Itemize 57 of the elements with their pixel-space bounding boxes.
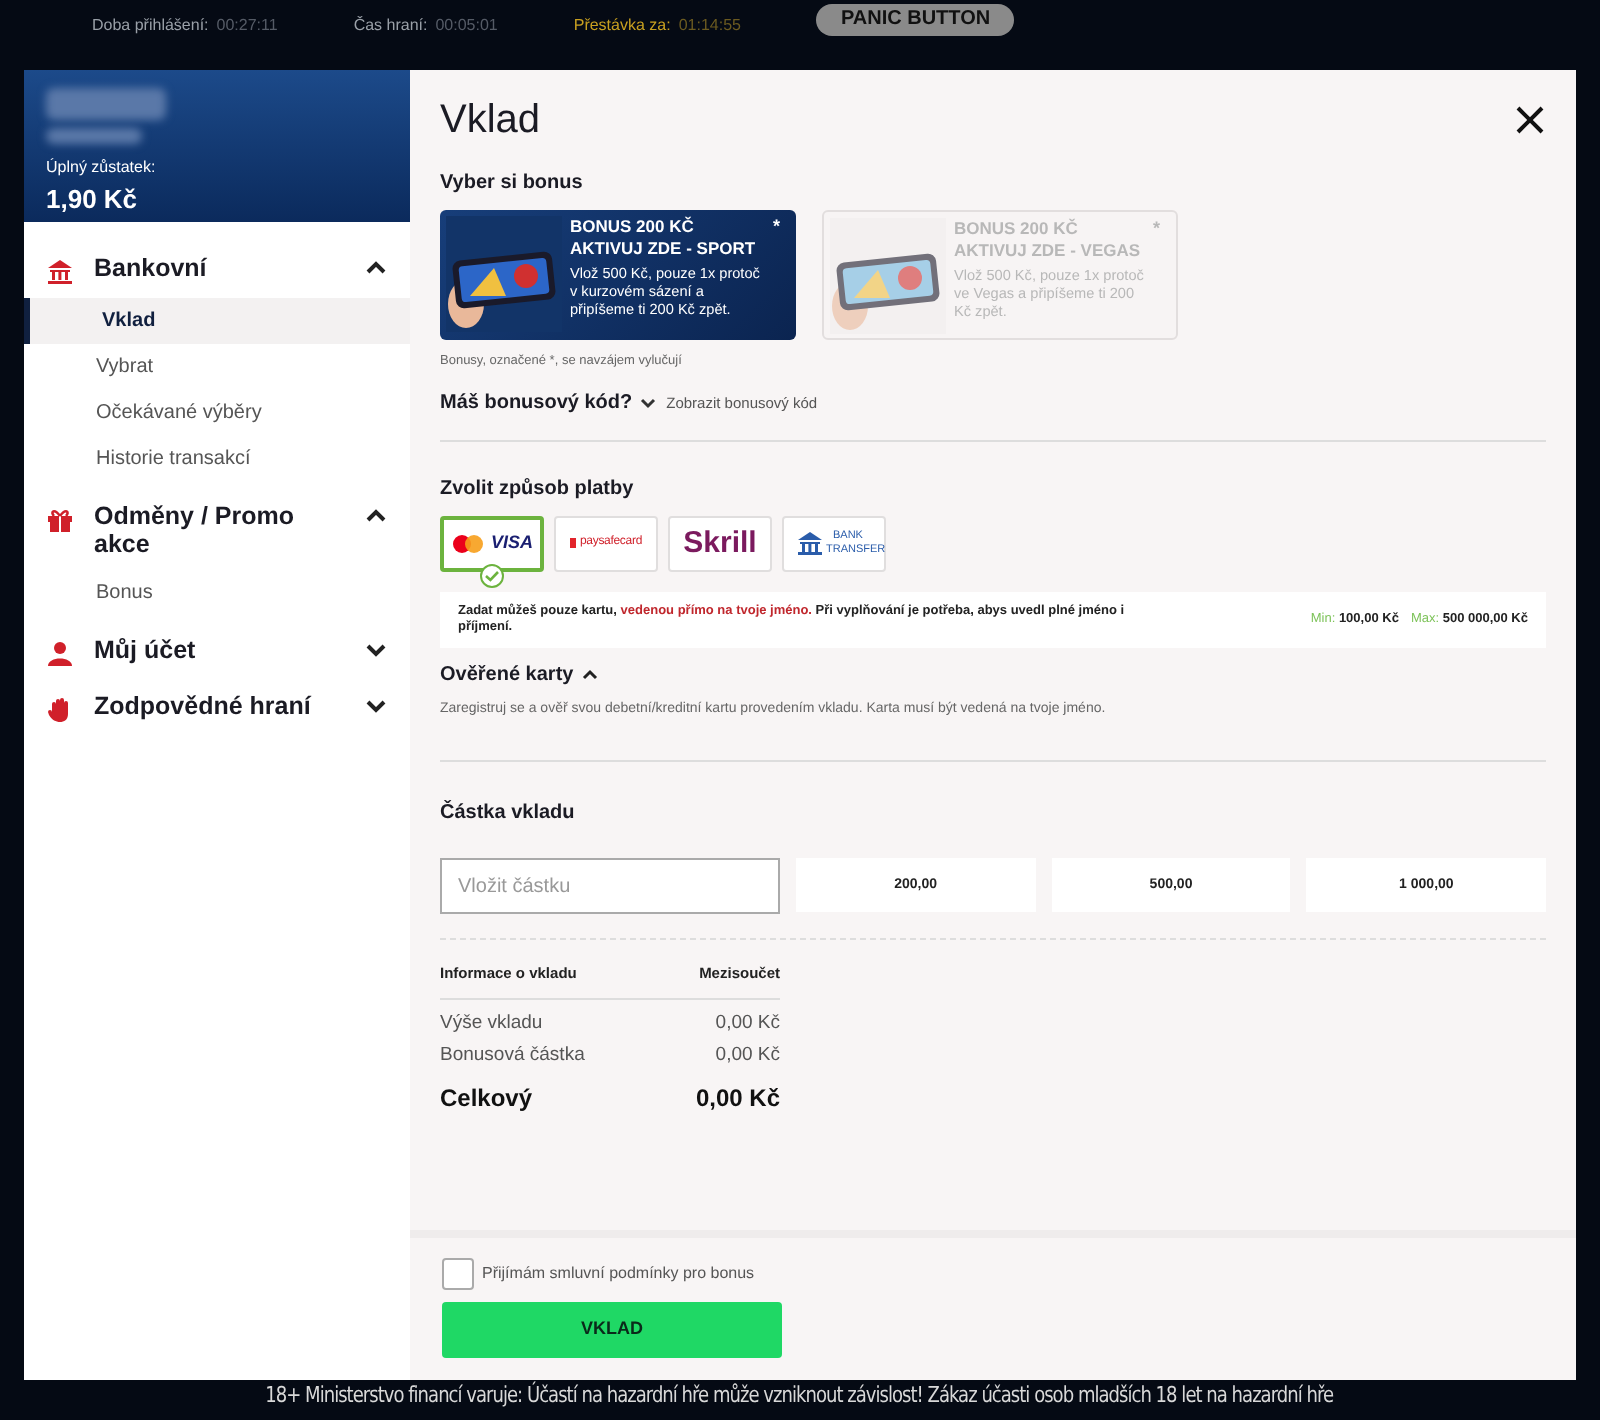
bonus-code-label: Máš bonusový kód? xyxy=(440,389,633,418)
summary-label: Výše vkladu xyxy=(440,1009,543,1037)
blurred-name xyxy=(46,128,142,144)
summary-value: 0,00 Kč xyxy=(695,1081,780,1115)
gift-icon xyxy=(46,506,74,534)
sidebar-section[interactable]: Bankovní xyxy=(24,242,410,298)
sidebar-section[interactable]: Odměny / Promo akce xyxy=(24,490,410,570)
close-button[interactable] xyxy=(1514,104,1546,136)
exclusive-mark: * xyxy=(1152,216,1160,242)
section-heading: Částka vkladu xyxy=(440,798,577,829)
chevron-up-icon xyxy=(581,667,598,682)
terms-checkbox[interactable]: Přijímám smluvní podmínky pro bonus xyxy=(442,1258,1544,1290)
section-label: Bankovní xyxy=(94,254,209,282)
amount-input[interactable]: Vložit částku xyxy=(440,858,780,915)
card-logo-icon xyxy=(450,533,487,554)
summary-value: 0,00 Kč xyxy=(715,1041,780,1069)
chevron-down-icon xyxy=(640,395,657,410)
section-label: Odměny / Promo akce xyxy=(94,502,297,558)
summary-value: 0,00 Kč xyxy=(715,1009,780,1037)
section-label: Zodpovědné hraní xyxy=(94,692,313,720)
deposit-button[interactable]: VKLAD xyxy=(442,1302,782,1358)
sidebar-item[interactable]: Očekávané výběry xyxy=(24,390,410,436)
dialog-title: Vklad xyxy=(440,96,541,146)
stat-label: Přestávka za: xyxy=(573,14,671,38)
balance-amount: 1,90 Kč xyxy=(46,182,140,218)
stat-label: Doba přihlášení: xyxy=(92,14,209,38)
summary-label: Bonusová částka xyxy=(440,1041,585,1069)
bank-icon xyxy=(46,258,74,286)
section-heading: Zvolit způsob platby xyxy=(440,475,636,504)
verified-cards-toggle[interactable]: Ověřené karty xyxy=(440,659,1546,690)
stat-value: 01:14:55 xyxy=(678,14,741,38)
summary-label: Celkový xyxy=(440,1081,533,1115)
sidebar-item[interactable]: Bonus xyxy=(24,570,410,616)
payment-method[interactable]: VISA xyxy=(440,515,544,572)
bonus-title: BONUS 200 KČ AKTIVUJ ZDE - SPORT xyxy=(570,216,758,260)
section-label: Můj účet xyxy=(94,636,198,664)
person-icon xyxy=(46,640,74,668)
sidebar-section[interactable]: Zodpovědné hraní xyxy=(24,680,410,736)
stat-value: 00:27:11 xyxy=(216,14,278,38)
balance-label: Úplný zůstatek: xyxy=(46,156,158,180)
sidebar-item[interactable]: Vybrat xyxy=(24,344,410,390)
panic-button[interactable]: PANIC BUTTON xyxy=(816,4,1015,36)
stat-label: Čas hraní: xyxy=(353,14,428,38)
bonus-title: BONUS 200 KČ AKTIVUJ ZDE - VEGAS xyxy=(954,218,1143,262)
payment-method[interactable]: Skrill xyxy=(668,515,772,572)
bank-icon xyxy=(798,531,822,556)
section-heading: Vyber si bonus xyxy=(440,170,585,198)
blurred-name xyxy=(46,88,166,120)
sidebar-item[interactable]: Vklad xyxy=(24,298,410,344)
hand-icon xyxy=(46,696,74,724)
stat-value: 00:05:01 xyxy=(435,14,498,38)
gambling-warning: 18+ Ministerstvo financí varuje: Účastí na hazardní hře může vzniknout závislost! Zákaz účasti osob mladších 18 let na hazardní hře xyxy=(266,1380,1334,1412)
sidebar-item[interactable]: Historie transakcí xyxy=(24,436,410,482)
sidebar-section[interactable]: Můj účet xyxy=(24,624,410,680)
close-icon xyxy=(1514,104,1546,136)
square-icon xyxy=(569,538,576,549)
exclusive-mark: * xyxy=(772,214,780,240)
